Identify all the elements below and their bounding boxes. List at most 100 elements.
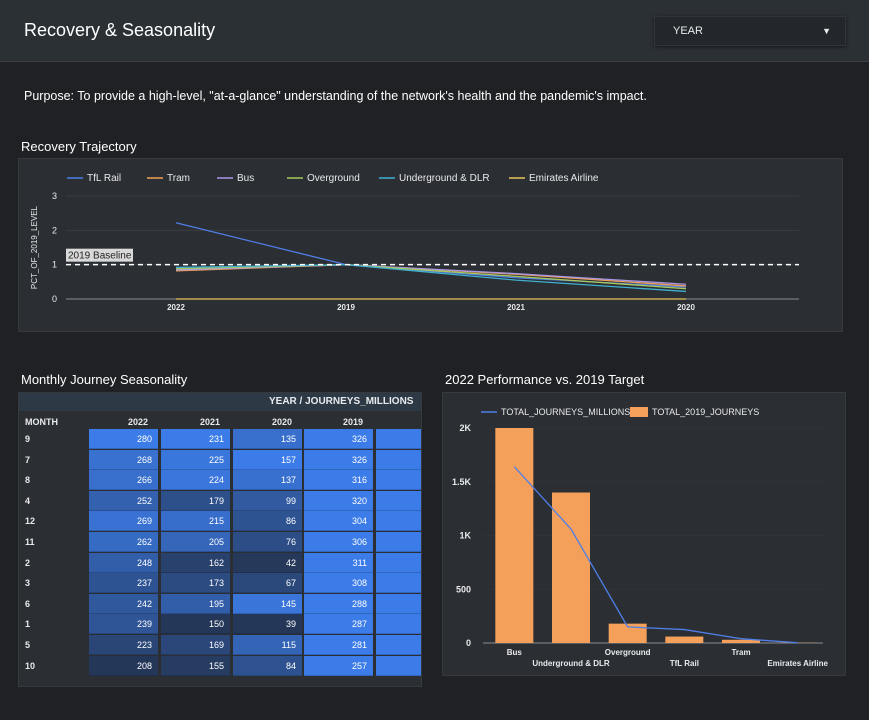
x-tick-label-0: Bus [507, 648, 523, 657]
heatmap-cell: 239 [89, 614, 158, 635]
heatmap-cell: 2 [376, 655, 421, 676]
year-dropdown[interactable]: YEAR ▼ [654, 16, 846, 46]
heatmap-month-label: 8 [25, 475, 31, 486]
heatmap-cell: 3 [376, 449, 421, 470]
x-tick-label-2: 2021 [507, 303, 525, 312]
y-tick-label-3: 3 [52, 191, 57, 201]
heatmap-cell: 280 [89, 429, 158, 449]
legend-label-3: Overground [307, 173, 360, 184]
y-tick-label-1500: 1.5K [452, 477, 472, 487]
legend-bar-label: TOTAL_2019_JOURNEYS [652, 407, 759, 417]
heatmap-cell: 288 [304, 593, 373, 614]
x-tick-label-3: 2020 [677, 303, 695, 312]
performance-chart-panel: TOTAL_JOURNEYS_MILLIONS TOTAL_2019_JOURNE… [442, 392, 846, 676]
heatmap-cell: 287 [304, 614, 373, 635]
heatmap-cell: 231 [161, 429, 230, 449]
heatmap-cell: 3 [376, 573, 421, 594]
heatmap-col-header-3: 2019 [342, 417, 363, 427]
heatmap-cell: 155 [161, 655, 230, 676]
heatmap-cell: 150 [161, 614, 230, 635]
heatmap-col-header-1: 2021 [199, 417, 220, 427]
heatmap-cell: 135 [233, 429, 302, 449]
page-header: Recovery & Seasonality YEAR ▼ [0, 0, 869, 62]
heatmap-cell: 257 [304, 655, 373, 676]
heatmap-cell: 3 [376, 470, 421, 491]
heatmap-cell: 67 [233, 573, 302, 594]
y-tick-label-2: 2 [52, 225, 57, 235]
x-tick-label-1: Underground & DLR [532, 659, 610, 668]
heatmap-cell: 223 [89, 635, 158, 655]
heatmap-month-header: MONTH [25, 417, 58, 427]
heatmap-cell: 205 [161, 532, 230, 552]
recovery-section-title: Recovery Trajectory [21, 139, 137, 154]
x-tick-label-2: Overground [605, 648, 651, 657]
heatmap-cell: 269 [89, 511, 158, 532]
heatmap-cell: 195 [161, 593, 230, 614]
x-tick-label-3: TfL Rail [670, 659, 699, 668]
recovery-line-chart: TfL Rail Tram Bus Overground Underground & D… [30, 173, 799, 312]
y-tick-label-500: 500 [456, 584, 471, 594]
purpose-text: Purpose: To provide a high-level, "at-a-… [24, 89, 647, 103]
heatmap-cell: 320 [304, 490, 373, 511]
heatmap-cell: 3 [376, 429, 421, 449]
heatmap-cell: 3 [376, 490, 421, 511]
heatmap-col-header-2: 2020 [271, 417, 292, 427]
legend-label-0: TfL Rail [87, 173, 121, 184]
heatmap-cell: 145 [233, 593, 302, 614]
recovery-chart-panel: TfL Rail Tram Bus Overground Underground & D… [18, 158, 843, 332]
heatmap-cell: 326 [304, 429, 373, 449]
legend-line-label: TOTAL_JOURNEYS_MILLIONS [501, 407, 630, 417]
heatmap-cell: 266 [89, 470, 158, 491]
heatmap-cell: 304 [304, 511, 373, 532]
seasonality-section-title: Monthly Journey Seasonality [21, 372, 188, 387]
heatmap-cell: 86 [233, 511, 302, 532]
heatmap-cell: 242 [89, 593, 158, 614]
heatmap-col-header-0: 2022 [127, 417, 148, 427]
y-tick-label-1000: 1K [459, 531, 471, 541]
heatmap-cell: 224 [161, 470, 230, 491]
heatmap-cell: 169 [161, 635, 230, 655]
heatmap-cell: 306 [304, 532, 373, 552]
heatmap-month-label: 3 [25, 578, 31, 589]
heatmap-cell: 225 [161, 449, 230, 470]
heatmap-cell: 252 [89, 490, 158, 511]
legend-label-5: Emirates Airline [529, 173, 599, 184]
series-line-0 [175, 222, 687, 288]
heatmap-cell: 3 [376, 614, 421, 635]
heatmap-cell: 137 [233, 470, 302, 491]
heatmap-cell: 39 [233, 614, 302, 635]
page-title: Recovery & Seasonality [24, 20, 216, 40]
heatmap-month-label: 6 [25, 598, 31, 609]
y-axis-label: PCT_OF_2019_LEVEL [30, 205, 39, 289]
y-tick-label-0: 0 [52, 294, 57, 304]
baseline-label: 2019 Baseline [68, 251, 132, 262]
heatmap-cell: 162 [161, 552, 230, 573]
y-tick-label-1: 1 [52, 260, 57, 270]
heatmap-group-title: YEAR / JOURNEYS_MILLIONS [269, 396, 414, 407]
heatmap-cell: 179 [161, 490, 230, 511]
heatmap-cell: 99 [233, 490, 302, 511]
heatmap-cell: 3 [376, 552, 421, 573]
heatmap-cell: 3 [376, 532, 421, 552]
year-dropdown-label: YEAR [673, 25, 703, 37]
legend-label-2: Bus [237, 173, 254, 184]
heatmap-month-label: 10 [25, 660, 36, 671]
heatmap-cell: 42 [233, 552, 302, 573]
heatmap-month-label: 2 [25, 557, 31, 568]
heatmap-cell: 311 [304, 552, 373, 573]
heatmap-cell: 2 [376, 593, 421, 614]
heatmap-cell: 84 [233, 655, 302, 676]
legend-label-4: Underground & DLR [399, 173, 490, 184]
heatmap-month-label: 7 [25, 454, 31, 465]
heatmap-month-label: 12 [25, 516, 36, 527]
heatmap-cell: 3 [376, 511, 421, 532]
x-tick-label-4: Tram [731, 648, 750, 657]
legend-bar-swatch [630, 407, 648, 417]
heatmap-cell: 208 [89, 655, 158, 676]
heatmap-cell: 316 [304, 470, 373, 491]
heatmap-month-label: 9 [25, 434, 31, 444]
performance-combo-chart: TOTAL_JOURNEYS_MILLIONS TOTAL_2019_JOURNE… [452, 407, 829, 668]
x-tick-label-5: Emirates Airline [767, 659, 828, 668]
performance-section-title: 2022 Performance vs. 2019 Target [445, 372, 645, 387]
heatmap-month-label: 11 [25, 537, 35, 547]
